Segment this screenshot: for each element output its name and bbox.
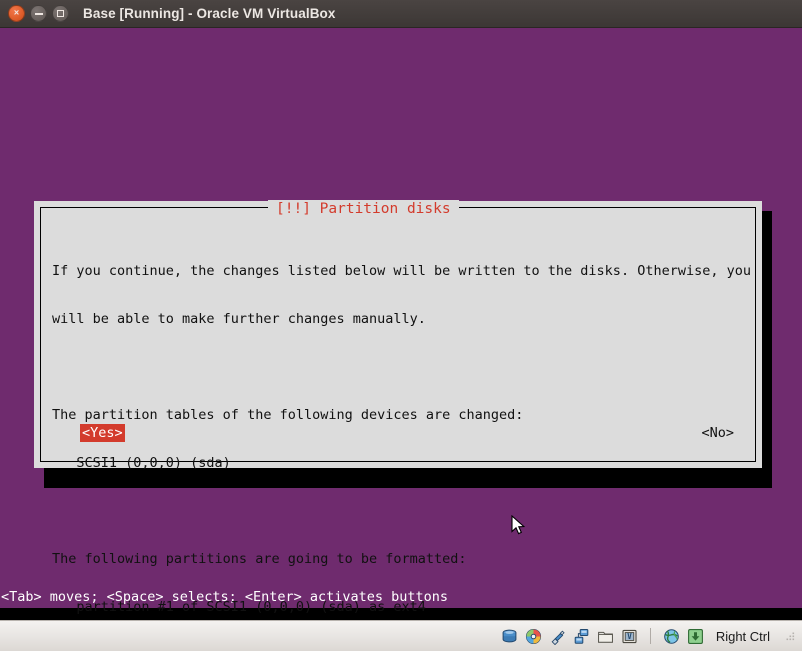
- window-title: Base [Running] - Oracle VM VirtualBox: [83, 6, 336, 21]
- dialog-button-row: <Yes> <No>: [52, 424, 744, 442]
- dialog-line: The following partitions are going to be…: [52, 551, 467, 567]
- window-controls: ×: [0, 5, 69, 22]
- network-adapter-icon[interactable]: [573, 628, 590, 645]
- hard-disk-icon[interactable]: [501, 628, 518, 645]
- maximize-icon: [57, 10, 64, 17]
- dialog-line: partition #1 of SCSI1 (0,0,0) (sda) as e…: [52, 599, 426, 615]
- close-icon: ×: [13, 7, 20, 18]
- window-titlebar: × Base [Running] - Oracle VM VirtualBox: [0, 0, 802, 28]
- minimize-button[interactable]: [30, 5, 47, 22]
- dialog-line-blank: [52, 359, 744, 375]
- mouse-integration-icon[interactable]: [687, 628, 704, 645]
- resize-grip-icon[interactable]: [784, 630, 796, 642]
- dialog-line-blank: [52, 503, 744, 519]
- dialog-line: The partition tables of the following de…: [52, 407, 524, 423]
- minimize-icon: [34, 12, 43, 15]
- dialog-line: If you continue, the changes listed belo…: [52, 263, 751, 279]
- dialog-line: SCSI1 (0,0,0) (sda): [52, 455, 231, 471]
- dialog-line: will be able to make further changes man…: [52, 311, 426, 327]
- host-key-label: Right Ctrl: [715, 628, 770, 644]
- video-capture-icon[interactable]: V: [621, 628, 638, 645]
- close-button[interactable]: ×: [8, 5, 25, 22]
- vbox-status-bar: V Right Ctrl: [0, 620, 802, 651]
- vm-display[interactable]: [!!] Partition disks If you continue, th…: [0, 28, 802, 620]
- dialog-title: [!!] Partition disks: [268, 200, 459, 218]
- yes-button[interactable]: <Yes>: [80, 424, 125, 442]
- svg-text:V: V: [627, 632, 632, 641]
- optical-disk-icon[interactable]: [525, 628, 542, 645]
- usb-icon[interactable]: [549, 628, 566, 645]
- shared-folders-icon[interactable]: [597, 628, 614, 645]
- virtualbox-window: × Base [Running] - Oracle VM VirtualBox …: [0, 0, 802, 651]
- remote-display-icon[interactable]: [663, 628, 680, 645]
- no-button[interactable]: <No>: [701, 425, 734, 441]
- status-separator: [649, 628, 651, 644]
- status-icon-group: V Right Ctrl: [501, 628, 796, 645]
- maximize-button[interactable]: [52, 5, 69, 22]
